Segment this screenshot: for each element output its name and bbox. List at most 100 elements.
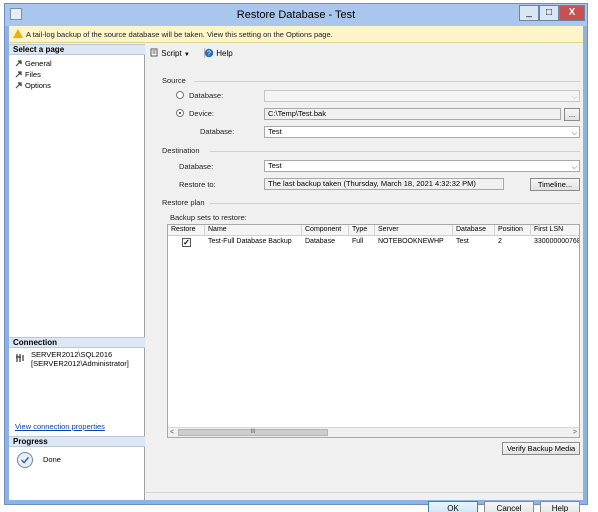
title-bar[interactable]: Restore Database - Test _ □ X [5, 4, 587, 26]
scroll-right-icon[interactable]: > [573, 429, 577, 436]
device-radio[interactable] [176, 109, 184, 117]
column-header-component[interactable]: Component [305, 226, 341, 233]
destination-database-value: Test [268, 161, 282, 170]
svg-text:?: ? [207, 51, 211, 58]
device-database-label: Database: [200, 127, 235, 136]
column-separator [348, 225, 349, 236]
page-files-label: Files [25, 70, 41, 79]
destination-database-label: Database: [179, 162, 214, 171]
chevron-down-icon: ⌵ [571, 130, 577, 137]
column-separator [452, 225, 453, 236]
browse-device-button[interactable]: ... [564, 108, 580, 121]
page-files[interactable]: Files [15, 70, 41, 80]
chevron-down-icon: ⌵ [571, 94, 577, 101]
device-database-value: Test [268, 127, 282, 136]
left-panel: Select a page General Files Options Conn… [9, 44, 145, 500]
row-first-lsn: 330000000768 [534, 238, 580, 245]
toolbar: Script ▼ ? Help [146, 44, 583, 62]
window-title: Restore Database - Test [236, 9, 356, 21]
column-separator [530, 225, 531, 236]
restore-plan-group-label: Restore plan [162, 198, 205, 207]
page-general-label: General [25, 59, 52, 68]
grid-header: Restore Name Component Type Server Datab… [168, 225, 579, 236]
page-general[interactable]: General [15, 59, 52, 69]
column-header-restore[interactable]: Restore [171, 226, 196, 233]
scroll-left-icon[interactable]: < [170, 429, 174, 436]
info-bar: A tail-log backup of the source database… [9, 26, 583, 43]
row-server: NOTEBOOKNEWHP [378, 238, 444, 245]
source-database-dropdown[interactable]: ⌵ [264, 90, 580, 102]
column-header-first-lsn[interactable]: First LSN [534, 226, 563, 233]
backup-sets-grid: Restore Name Component Type Server Datab… [167, 224, 580, 438]
database-radio-label: Database: [189, 91, 224, 100]
help-toolbar-button[interactable]: ? Help [204, 48, 233, 58]
script-icon [150, 48, 158, 57]
cancel-button[interactable]: Cancel [484, 501, 534, 512]
close-button[interactable]: X [559, 5, 585, 21]
page-options[interactable]: Options [15, 81, 51, 91]
destination-group-label: Destination [162, 146, 200, 155]
dialog-button-bar: OK Cancel Help [146, 492, 583, 512]
column-separator [494, 225, 495, 236]
table-row[interactable]: ✓ Test-Full Database Backup Database Ful… [168, 237, 579, 248]
row-position: 2 [498, 238, 502, 245]
column-header-position[interactable]: Position [498, 226, 523, 233]
progress-status: Done [43, 455, 61, 464]
ok-button[interactable]: OK [428, 501, 478, 512]
timeline-button[interactable]: Timeline... [530, 178, 580, 191]
dialog-client-area: A tail-log backup of the source database… [9, 26, 583, 512]
restore-database-window: Restore Database - Test _ □ X A tail-log… [4, 3, 588, 512]
restore-plan-divider [210, 203, 580, 204]
connection-header: Connection [9, 337, 145, 348]
row-name: Test-Full Database Backup [208, 238, 292, 245]
progress-done-icon [17, 452, 33, 468]
wrench-icon [15, 71, 22, 78]
column-separator [204, 225, 205, 236]
column-separator [301, 225, 302, 236]
connection-server: SERVER2012\SQL2016 [31, 350, 113, 359]
select-page-header: Select a page [9, 44, 145, 55]
minimize-button[interactable]: _ [519, 5, 539, 21]
warning-icon [13, 29, 23, 38]
column-header-name[interactable]: Name [208, 226, 227, 233]
help-button[interactable]: Help [540, 501, 580, 512]
horizontal-scrollbar[interactable]: < III > [168, 427, 579, 437]
script-label: Script [161, 49, 182, 58]
help-icon: ? [204, 48, 214, 58]
restore-to-label: Restore to: [179, 180, 216, 189]
restore-to-field[interactable]: The last backup taken (Thursday, March 1… [264, 178, 504, 190]
device-radio-label: Device: [189, 109, 215, 118]
wrench-icon [15, 82, 22, 89]
destination-database-dropdown[interactable]: Test ⌵ [264, 160, 580, 172]
main-panel: Script ▼ ? Help Source Database: ⌵ Devic… [146, 44, 583, 512]
scrollbar-thumb[interactable]: III [178, 429, 328, 436]
destination-divider [210, 151, 580, 152]
info-message: A tail-log backup of the source database… [26, 30, 333, 39]
row-component: Database [305, 238, 335, 245]
view-connection-properties-link[interactable]: View connection properties [15, 422, 105, 431]
column-header-database[interactable]: Database [456, 226, 486, 233]
help-toolbar-label: Help [216, 49, 233, 58]
device-path-field[interactable]: C:\Temp\Test.bak [264, 108, 561, 120]
source-divider [194, 81, 580, 82]
column-header-type[interactable]: Type [352, 226, 367, 233]
row-database: Test [456, 238, 469, 245]
progress-header: Progress [9, 436, 145, 447]
script-button[interactable]: Script ▼ [150, 48, 190, 58]
source-group-label: Source [162, 76, 186, 85]
column-separator [374, 225, 375, 236]
verify-backup-media-button[interactable]: Verify Backup Media [502, 442, 580, 455]
server-connection-icon [16, 354, 24, 362]
backup-sets-label: Backup sets to restore: [170, 213, 247, 222]
column-header-server[interactable]: Server [378, 226, 399, 233]
chevron-down-icon: ⌵ [571, 164, 577, 171]
device-database-dropdown[interactable]: Test ⌵ [264, 126, 580, 138]
chevron-down-icon: ▼ [183, 52, 190, 58]
maximize-button[interactable]: □ [539, 5, 559, 21]
wrench-icon [15, 60, 22, 67]
database-radio[interactable] [176, 91, 184, 99]
connection-user: [SERVER2012\Administrator] [31, 359, 129, 368]
restore-checkbox[interactable]: ✓ [182, 238, 191, 247]
page-options-label: Options [25, 81, 51, 90]
row-type: Full [352, 238, 364, 245]
